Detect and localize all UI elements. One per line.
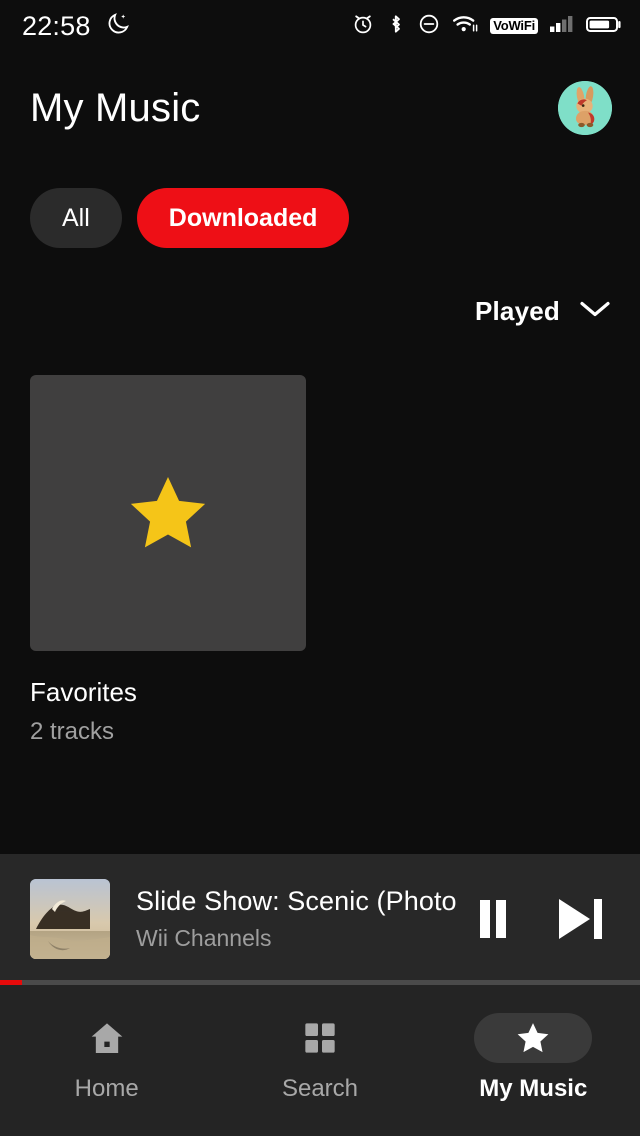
nav-item-home[interactable]: Home [0, 1013, 213, 1103]
library-card-favorites[interactable]: Favorites 2 tracks [30, 375, 306, 746]
mini-player-track-title: Slide Show: Scenic (Photo [136, 886, 457, 916]
filter-chip-downloaded[interactable]: Downloaded [136, 188, 350, 248]
skip-next-icon [559, 899, 602, 939]
nav-label-my-music: My Music [479, 1075, 588, 1102]
nav-pill-home [48, 1013, 166, 1063]
nav-pill-search [261, 1013, 379, 1063]
filter-chip-all[interactable]: All [30, 188, 122, 248]
rabbit-avatar-icon [558, 81, 612, 135]
do-not-disturb-icon [417, 12, 441, 41]
bluetooth-icon [386, 12, 406, 41]
mini-player-artwork [30, 879, 110, 959]
next-track-button[interactable] [554, 896, 606, 942]
library-grid: Favorites 2 tracks [30, 375, 610, 746]
signal-icon [549, 12, 575, 41]
wifi-icon [452, 12, 479, 41]
avatar[interactable] [558, 81, 612, 135]
sort-selector[interactable]: Played [475, 296, 612, 327]
nav-pill-my-music [474, 1013, 593, 1063]
status-bar-right: VoWiFi [351, 12, 622, 41]
battery-icon [586, 12, 622, 41]
page-title: My Music [30, 85, 201, 130]
status-bar-left: 22:58 [22, 11, 131, 42]
mini-player-artist: Wii Channels [136, 925, 272, 951]
nav-item-my-music[interactable]: My Music [427, 1013, 640, 1103]
vowifi-badge: VoWiFi [490, 17, 538, 35]
sort-label: Played [474, 296, 560, 326]
home-icon [91, 1023, 122, 1053]
nav-label-search: Search [281, 1075, 359, 1102]
mini-player-controls [474, 896, 614, 942]
library-card-artwork [30, 375, 306, 651]
status-bar-clock: 22:58 [22, 10, 91, 41]
nav-item-search[interactable]: Search [213, 1013, 426, 1103]
status-bar: 22:58 VoWiFi [0, 0, 640, 52]
dnd-moon-icon [105, 11, 131, 42]
star-icon [130, 477, 206, 548]
pause-button[interactable] [474, 896, 512, 942]
app-header: My Music [0, 52, 640, 164]
chevron-down-icon [578, 298, 612, 325]
library-card-subtitle: 2 tracks [30, 718, 115, 745]
star-icon [517, 1023, 549, 1053]
pause-icon [480, 900, 506, 938]
alarm-icon [351, 12, 375, 41]
app-root: 22:58 VoWiFi My Music All Downloaded Pla… [0, 0, 640, 1136]
mini-player[interactable]: Slide Show: Scenic (Photo Wii Channels [0, 854, 640, 984]
grid-search-icon [305, 1023, 335, 1053]
filter-chip-group: All Downloaded [30, 188, 350, 248]
nav-label-home: Home [74, 1075, 139, 1102]
library-card-title: Favorites [30, 677, 137, 707]
bottom-navigation: Home Search My Music [0, 985, 640, 1136]
album-art-thumbnail-icon [30, 879, 110, 959]
mini-player-metadata: Slide Show: Scenic (Photo Wii Channels [136, 886, 464, 952]
